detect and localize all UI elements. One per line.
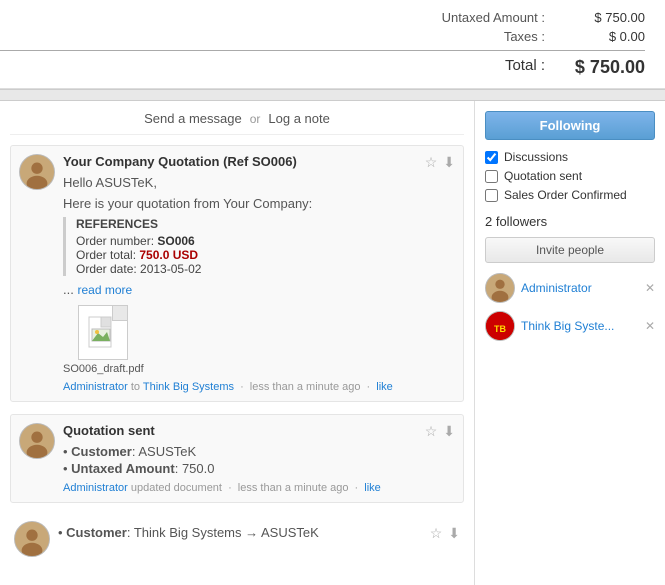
ref-order-value: SO006 [157,234,194,248]
log-note-link[interactable]: Log a note [268,111,329,126]
avatar-3 [14,521,50,557]
message-1-greeting: Hello ASUSTeK, [63,175,455,190]
footer-sep-1: · [240,381,244,393]
footer-to-1: to [131,381,140,393]
m2-item1-label: Customer [71,444,132,459]
taxes-label: Taxes : [405,29,545,44]
attachment[interactable]: SO006_draft.pdf [63,305,144,375]
checkbox-sales-order[interactable]: Sales Order Confirmed [485,188,655,202]
footer-author-2[interactable]: Administrator [63,482,128,494]
ref-date-label: Order date: [76,262,140,276]
references-block: REFERENCES Order number: SO006 Order tot… [63,217,455,276]
follow-button[interactable]: Following [485,111,655,140]
follower-1: Administrator ✕ [485,273,655,303]
svg-text:TB: TB [494,324,506,334]
sidebar: Following Discussions Quotation sent Sal… [475,101,665,585]
star-icon[interactable]: ☆ [425,154,438,171]
total-value: $ 750.00 [565,57,645,78]
quotation-sent-label: Quotation sent [504,169,582,183]
untaxed-label: Untaxed Amount : [405,10,545,25]
avatar-1 [19,154,55,190]
checkbox-quotation-sent[interactable]: Quotation sent [485,169,655,183]
followers-title: 2 followers [485,214,655,229]
follower-2: TB Think Big Syste... ✕ [485,311,655,341]
read-more-link[interactable]: read more [77,283,132,297]
footer-action-2: updated document [131,482,222,494]
message-1-intro: Here is your quotation from Your Company… [63,196,455,211]
download-icon[interactable]: ⬇ [443,154,455,171]
separator [0,89,665,101]
follower-1-name[interactable]: Administrator [521,281,639,295]
follower-2-avatar: TB [485,311,515,341]
untaxed-value: $ 750.00 [565,10,645,25]
footer-sep-3: · [228,482,232,494]
avatar-2 [19,423,55,459]
footer-sep-2: · [367,381,371,393]
footer-time-1: less than a minute ago [250,381,361,393]
send-message-link[interactable]: Send a message [144,111,242,126]
footer-author-1[interactable]: Administrator [63,381,128,393]
sales-order-checkbox[interactable] [485,189,498,202]
message-2: Quotation sent ☆ ⬇ • Customer: ASUSTeK •… [10,414,464,503]
footer-time-2: less than a minute ago [238,482,349,494]
ref-total-label: Order total: [76,248,139,262]
ref-date-value: 2013-05-02 [140,262,201,276]
attachment-name: SO006_draft.pdf [63,363,144,375]
message-1-title: Your Company Quotation (Ref SO006) [63,154,297,169]
checkbox-discussions[interactable]: Discussions [485,150,655,164]
invite-people-button[interactable]: Invite people [485,237,655,263]
footer-sep-4: · [355,482,359,494]
m3-item1-value: Think Big Systems → ASUSTeK [134,525,319,540]
or-text: or [250,112,261,126]
star-icon-3[interactable]: ☆ [430,525,443,557]
ellipsis: ... [63,282,74,297]
chatter-actions: Send a message or Log a note [10,111,464,135]
download-icon-3[interactable]: ⬇ [448,525,460,557]
message-1: Your Company Quotation (Ref SO006) ☆ ⬇ H… [10,145,464,402]
refs-title: REFERENCES [76,217,455,231]
follower-2-remove[interactable]: ✕ [645,319,655,333]
follower-1-avatar [485,273,515,303]
star-icon-2[interactable]: ☆ [425,423,438,440]
ref-total-value: 750.0 USD [139,248,198,262]
taxes-value: $ 0.00 [565,29,645,44]
total-label: Total : [405,57,545,78]
message-2-title: Quotation sent [63,423,155,438]
attachment-icon [78,305,128,360]
totals-section: Untaxed Amount : $ 750.00 Taxes : $ 0.00… [0,0,665,89]
m2-item2-label: Untaxed Amount [71,461,175,476]
follower-2-name[interactable]: Think Big Syste... [521,319,639,333]
m2-item2-value: 750.0 [182,461,215,476]
sales-order-label: Sales Order Confirmed [504,188,627,202]
discussions-checkbox[interactable] [485,151,498,164]
tb-avatar: TB [485,311,515,341]
ref-order-label: Order number: [76,234,157,248]
m2-item1-value: ASUSTeK [138,444,196,459]
chatter: Send a message or Log a note Your Compan… [0,101,475,585]
quotation-sent-checkbox[interactable] [485,170,498,183]
follower-1-remove[interactable]: ✕ [645,281,655,295]
footer-like-2[interactable]: like [364,482,381,494]
m3-item1-label: Customer [66,525,127,540]
footer-like-1[interactable]: like [376,381,393,393]
footer-recipient-1[interactable]: Think Big Systems [143,381,234,393]
discussions-label: Discussions [504,150,568,164]
download-icon-2[interactable]: ⬇ [443,423,455,440]
